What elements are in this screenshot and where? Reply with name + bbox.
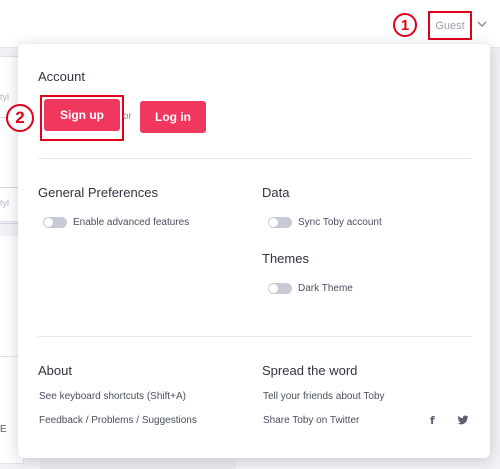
- chevron-down-icon[interactable]: [476, 19, 488, 29]
- keyboard-shortcuts-link[interactable]: See keyboard shortcuts (Shift+A): [39, 391, 186, 402]
- login-button[interactable]: Log in: [140, 101, 206, 133]
- advanced-features-toggle[interactable]: Enable advanced features: [43, 217, 189, 228]
- section-divider: [38, 336, 472, 337]
- background-text: E: [0, 424, 7, 435]
- app-topbar: [0, 0, 500, 48]
- about-section-title: About: [38, 363, 72, 378]
- feedback-link[interactable]: Feedback / Problems / Suggestions: [39, 415, 197, 426]
- or-separator: or: [123, 111, 132, 122]
- toggle-label: Dark Theme: [298, 283, 353, 294]
- twitter-icon[interactable]: [457, 415, 469, 426]
- data-section-title: Data: [262, 185, 290, 200]
- account-section-title: Account: [38, 69, 85, 84]
- general-preferences-title: General Preferences: [38, 185, 158, 200]
- toggle-label: Enable advanced features: [73, 217, 190, 228]
- background-text: tyl: [0, 92, 9, 102]
- guest-menu-button[interactable]: Guest: [428, 11, 472, 40]
- themes-section-title: Themes: [262, 251, 309, 266]
- step-marker-2: 2: [6, 104, 34, 132]
- facebook-icon[interactable]: f: [430, 414, 435, 427]
- account-menu-panel: Account Sign up or Log in General Prefer…: [18, 44, 490, 458]
- toggle-label: Sync Toby account: [298, 217, 382, 228]
- tell-friends-link[interactable]: Tell your friends about Toby: [263, 391, 385, 402]
- background-block: [40, 460, 236, 469]
- dark-theme-toggle[interactable]: Dark Theme: [268, 283, 353, 294]
- guest-label: Guest: [435, 19, 465, 32]
- toggle-switch[interactable]: [43, 217, 67, 228]
- section-divider: [38, 158, 472, 159]
- step-marker-1: 1: [393, 13, 417, 37]
- signup-button[interactable]: Sign up: [44, 99, 120, 131]
- background-text: tyl: [0, 198, 9, 208]
- spread-section-title: Spread the word: [262, 363, 358, 378]
- share-twitter-link[interactable]: Share Toby on Twitter: [263, 415, 359, 426]
- toggle-switch[interactable]: [268, 217, 292, 228]
- toggle-switch[interactable]: [268, 283, 292, 294]
- sync-account-toggle[interactable]: Sync Toby account: [268, 217, 382, 228]
